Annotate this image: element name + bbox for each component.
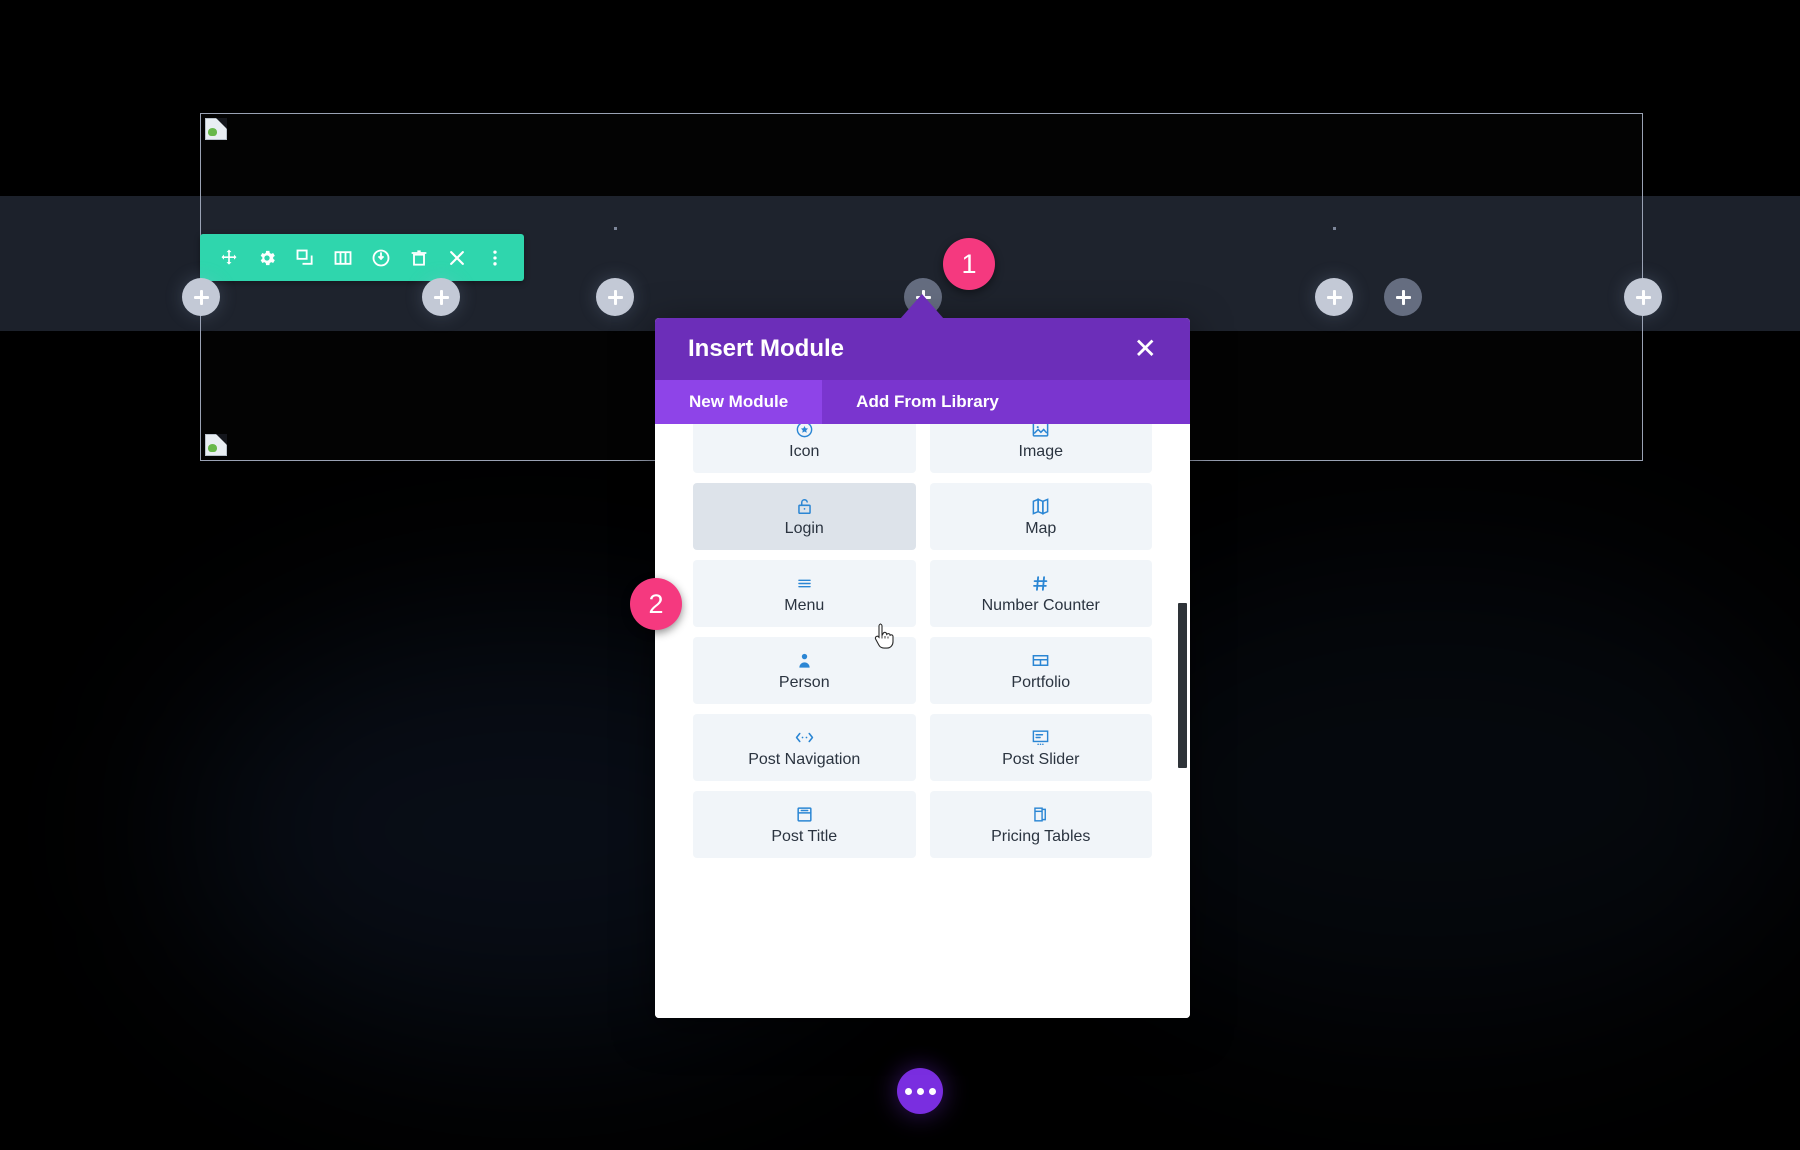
close-icon[interactable]: ✕ xyxy=(1134,335,1157,363)
module-tile-icon[interactable]: Icon xyxy=(693,424,916,473)
modal-pointer-notch xyxy=(900,294,944,319)
module-tile-login[interactable]: Login xyxy=(693,483,916,550)
module-tile-label: Image xyxy=(1018,443,1063,460)
icon-star-circle-icon xyxy=(795,424,814,440)
hash-icon xyxy=(1031,572,1050,594)
modal-scrollbar-thumb[interactable] xyxy=(1178,603,1187,768)
annotation-badge-2: 2 xyxy=(630,578,682,630)
module-tile-pricing-tables[interactable]: Pricing Tables xyxy=(929,791,1152,858)
module-tile-label: Post Slider xyxy=(1002,751,1080,768)
module-tile-label: Login xyxy=(784,520,824,537)
modal-header: Insert Module ✕ xyxy=(655,318,1190,380)
kebab-menu-icon[interactable] xyxy=(476,239,514,277)
close-icon[interactable] xyxy=(438,239,476,277)
move-handle-icon[interactable] xyxy=(210,239,248,277)
module-tile-label: Person xyxy=(778,674,830,691)
add-module-button-3[interactable] xyxy=(1315,278,1353,316)
module-tile-number-counter[interactable]: Number Counter xyxy=(929,560,1152,627)
builder-settings-menu-button[interactable] xyxy=(897,1068,943,1114)
modal-title: Insert Module xyxy=(688,335,845,362)
module-tile-label: Menu xyxy=(784,597,825,614)
builder-canvas: 1 2 Insert Module ✕ New Module Add From … xyxy=(0,0,1800,1150)
add-module-button-1[interactable] xyxy=(422,278,460,316)
lock-icon xyxy=(795,495,814,517)
module-tile-menu[interactable]: Menu xyxy=(693,560,916,627)
dot-1 xyxy=(904,1087,912,1095)
tab-new-module[interactable]: New Module xyxy=(655,380,823,424)
add-module-button-4[interactable] xyxy=(1384,278,1422,316)
module-tile-post-title[interactable]: Post Title xyxy=(693,791,916,858)
power-toggle-icon[interactable] xyxy=(362,239,400,277)
add-section-right-button[interactable] xyxy=(1624,278,1662,316)
module-tile-portfolio[interactable]: Portfolio xyxy=(929,637,1152,704)
module-tile-post-slider[interactable]: Post Slider xyxy=(929,714,1152,781)
broken-image-icon-bottom xyxy=(205,434,227,456)
add-section-left-button[interactable] xyxy=(182,278,220,316)
columns-icon[interactable] xyxy=(324,239,362,277)
module-tile-label: Number Counter xyxy=(981,597,1100,614)
broken-image-icon-top xyxy=(205,118,227,140)
image-icon xyxy=(1031,424,1050,440)
modal-tabs: New Module Add From Library xyxy=(655,380,1190,424)
module-grid: Icon Image Login Map Menu Number Counter… xyxy=(693,424,1152,858)
row-toolbar[interactable] xyxy=(200,234,524,281)
pricing-tables-icon xyxy=(1031,803,1050,825)
module-tile-person[interactable]: Person xyxy=(693,637,916,704)
code-arrows-icon xyxy=(794,726,815,748)
module-tile-label: Pricing Tables xyxy=(991,828,1091,845)
slider-icon xyxy=(1031,726,1050,748)
grid-icon xyxy=(1031,649,1050,671)
hamburger-icon xyxy=(795,572,814,594)
person-icon xyxy=(795,649,814,671)
annotation-badge-1: 1 xyxy=(943,238,995,290)
module-tile-label: Post Navigation xyxy=(748,751,861,768)
module-tile-image[interactable]: Image xyxy=(929,424,1152,473)
map-icon xyxy=(1031,495,1050,517)
canvas-dot-marker-1 xyxy=(614,227,617,230)
trash-icon[interactable] xyxy=(400,239,438,277)
module-tile-label: Map xyxy=(1025,520,1057,537)
post-title-icon xyxy=(795,803,814,825)
module-tile-label: Post Title xyxy=(771,828,838,845)
dot-3 xyxy=(928,1087,936,1095)
module-tile-label: Icon xyxy=(789,443,820,460)
dot-2 xyxy=(916,1087,924,1095)
add-module-button-2[interactable] xyxy=(596,278,634,316)
duplicate-icon[interactable] xyxy=(286,239,324,277)
module-tile-map[interactable]: Map xyxy=(929,483,1152,550)
module-list-body: Icon Image Login Map Menu Number Counter… xyxy=(655,424,1190,1018)
module-tile-label: Portfolio xyxy=(1011,674,1071,691)
tab-add-from-library[interactable]: Add From Library xyxy=(822,380,1033,424)
module-tile-post-navigation[interactable]: Post Navigation xyxy=(693,714,916,781)
canvas-dot-marker-2 xyxy=(1333,227,1336,230)
gear-icon[interactable] xyxy=(248,239,286,277)
insert-module-modal: Insert Module ✕ New Module Add From Libr… xyxy=(655,318,1190,1018)
